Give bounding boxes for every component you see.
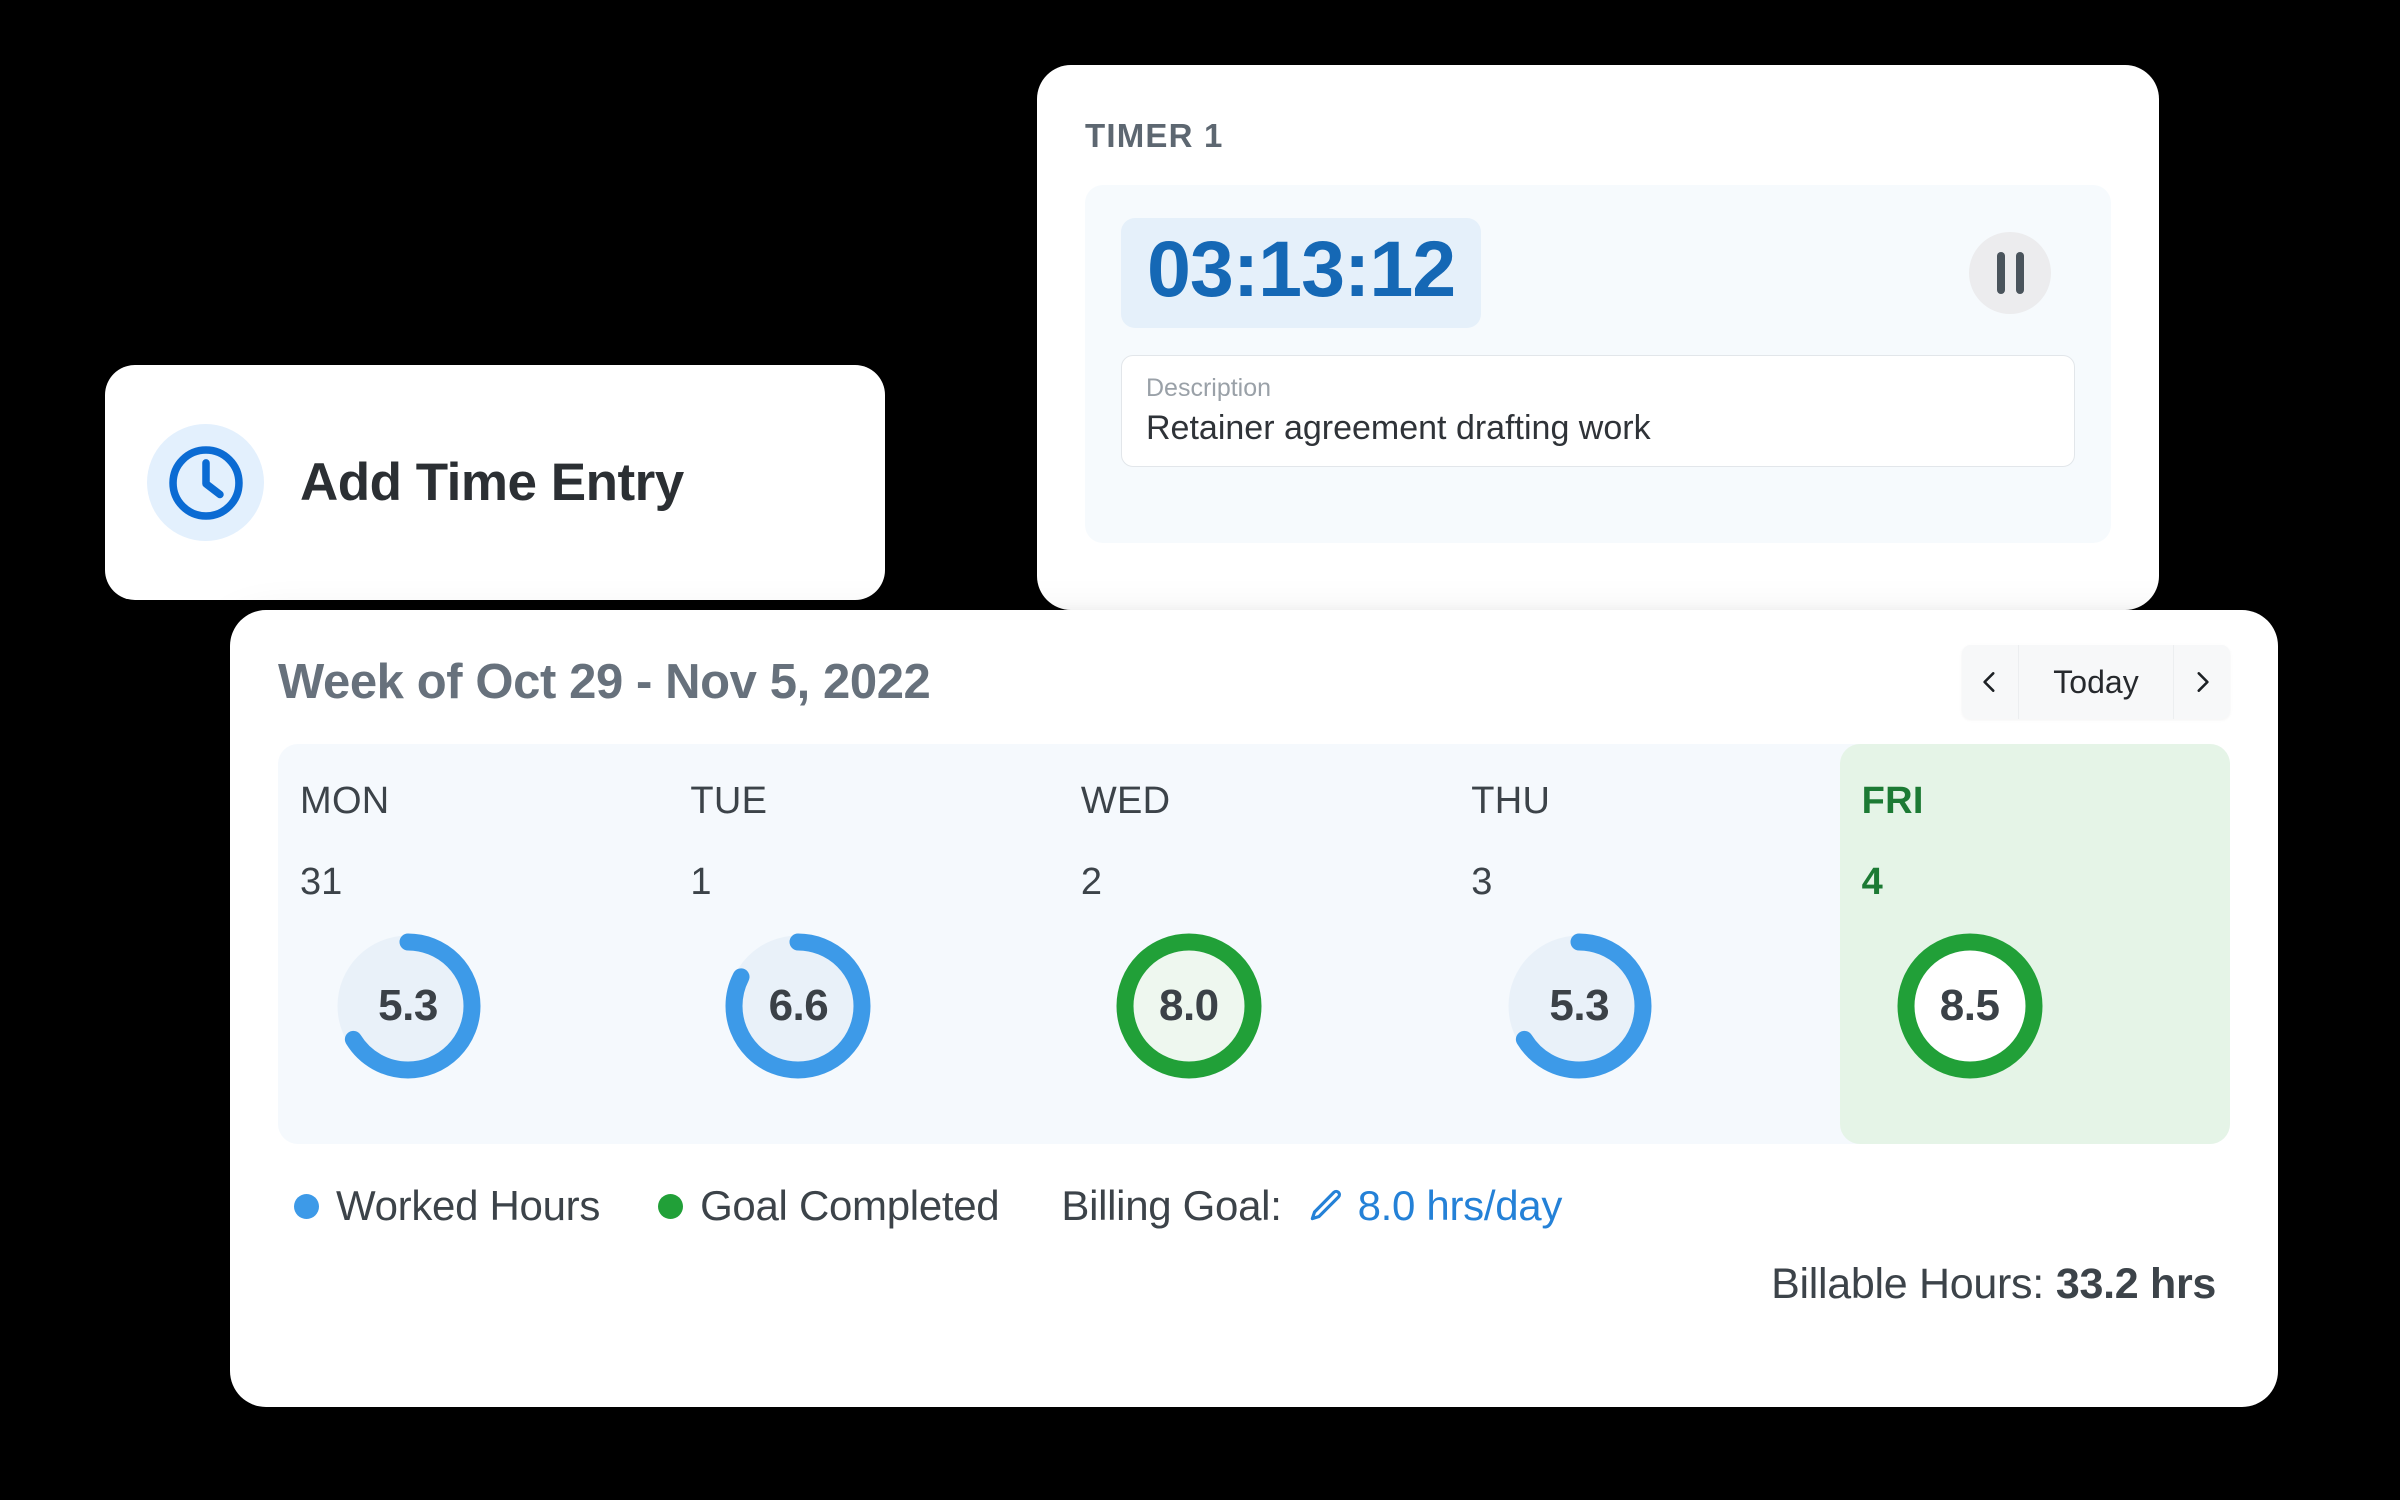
- add-time-entry-button[interactable]: Add Time Entry: [105, 365, 885, 600]
- day-progress-donut: 6.6: [718, 926, 878, 1086]
- legend-dot-green: [658, 1193, 684, 1219]
- day-progress-donut: 5.3: [328, 926, 488, 1086]
- day-hours-value: 8.0: [1158, 981, 1219, 1030]
- day-number-label: 31: [300, 861, 343, 903]
- legend-label-worked-hours: Worked Hours: [336, 1182, 601, 1229]
- pause-icon-bar-2: [2015, 252, 2024, 294]
- day-column-mon[interactable]: MON 31 5.3: [278, 744, 668, 1144]
- week-summary-card: Week of Oct 29 - Nov 5, 2022 Today MON 31…: [230, 610, 2278, 1407]
- day-name-label: THU: [1471, 780, 1551, 822]
- day-hours-value: 5.3: [378, 981, 438, 1030]
- day-name-label: TUE: [690, 780, 768, 822]
- day-column-wed[interactable]: WED 2 8.0: [1059, 744, 1449, 1144]
- pause-icon: [1996, 252, 2005, 294]
- chart-legend: Worked Hours Goal Completed Billing Goal…: [278, 1182, 2230, 1230]
- legend-item-worked-hours: Worked Hours: [294, 1182, 600, 1230]
- legend-dot-blue: [294, 1193, 319, 1219]
- billing-goal-block: Billing Goal: 8.0 hrs/day: [1061, 1182, 1562, 1230]
- today-button[interactable]: Today: [2018, 645, 2174, 719]
- billing-goal-value[interactable]: 8.0 hrs/day: [1358, 1182, 1563, 1230]
- timer-body: 03:13:12 Description Retainer agreement …: [1085, 185, 2111, 543]
- chevron-right-icon: [2197, 672, 2209, 692]
- previous-week-button[interactable]: [1962, 645, 2018, 719]
- billable-hours-label: Billable Hours:: [1771, 1260, 2044, 1308]
- day-number-label: 2: [1080, 861, 1102, 903]
- description-value[interactable]: Retainer agreement drafting work: [1146, 405, 2050, 453]
- chevron-left-icon: [1983, 672, 1995, 692]
- billing-goal-label: Billing Goal:: [1061, 1182, 1282, 1229]
- timer-title: TIMER 1: [1085, 117, 1224, 154]
- screenshot-stage: TIMER 1 03:13:12 Description Retainer ag…: [0, 0, 2400, 1500]
- day-hours-value: 8.5: [1939, 981, 2000, 1030]
- day-hours-value: 6.6: [768, 981, 829, 1030]
- day-number-label: 1: [690, 861, 712, 903]
- pause-button[interactable]: [1969, 232, 2051, 314]
- day-column-fri[interactable]: FRI 4 8.5: [1839, 744, 2231, 1144]
- day-progress-donut: 8.0: [1109, 926, 1269, 1086]
- week-header: Week of Oct 29 - Nov 5, 2022 Today: [278, 610, 2230, 742]
- day-column-tue[interactable]: TUE 1 6.6: [668, 744, 1058, 1144]
- legend-label-goal-completed: Goal Completed: [700, 1182, 1000, 1229]
- week-navigation-group: Today: [1962, 645, 2230, 719]
- day-name-label: FRI: [1861, 780, 1924, 822]
- day-progress-donut: 8.5: [1890, 926, 2050, 1086]
- billable-hours-value: 33.2 hrs: [2055, 1260, 2216, 1308]
- day-hours-value: 5.3: [1549, 981, 1610, 1030]
- timer-card: TIMER 1 03:13:12 Description Retainer ag…: [1037, 65, 2159, 610]
- day-progress-donut: 5.3: [1499, 926, 1659, 1086]
- week-range-title: Week of Oct 29 - Nov 5, 2022: [278, 655, 931, 709]
- description-field[interactable]: Description Retainer agreement drafting …: [1121, 355, 2075, 467]
- next-week-button[interactable]: [2174, 645, 2230, 719]
- day-number-label: 4: [1861, 861, 1883, 903]
- timer-control-row: 03:13:12: [1121, 213, 2075, 333]
- week-days-strip: MON 31 5.3 TUE 1 6.6 WED 2 8.0 THU 3 5.3 FRI 4 8.5: [278, 744, 2231, 1144]
- add-time-entry-label: Add Time Entry: [300, 453, 684, 512]
- description-label: Description: [1146, 374, 1272, 402]
- pencil-icon[interactable]: [1306, 1187, 1344, 1225]
- day-number-label: 3: [1471, 861, 1493, 903]
- billable-hours-row: Billable Hours: 33.2 hrs: [278, 1260, 2230, 1309]
- timer-elapsed-display: 03:13:12: [1121, 218, 1482, 328]
- day-name-label: MON: [300, 780, 390, 822]
- clock-icon: [147, 424, 264, 541]
- legend-item-goal-completed: Goal Completed: [658, 1182, 1000, 1230]
- day-name-label: WED: [1080, 780, 1171, 822]
- day-column-thu[interactable]: THU 3 5.3: [1449, 744, 1839, 1144]
